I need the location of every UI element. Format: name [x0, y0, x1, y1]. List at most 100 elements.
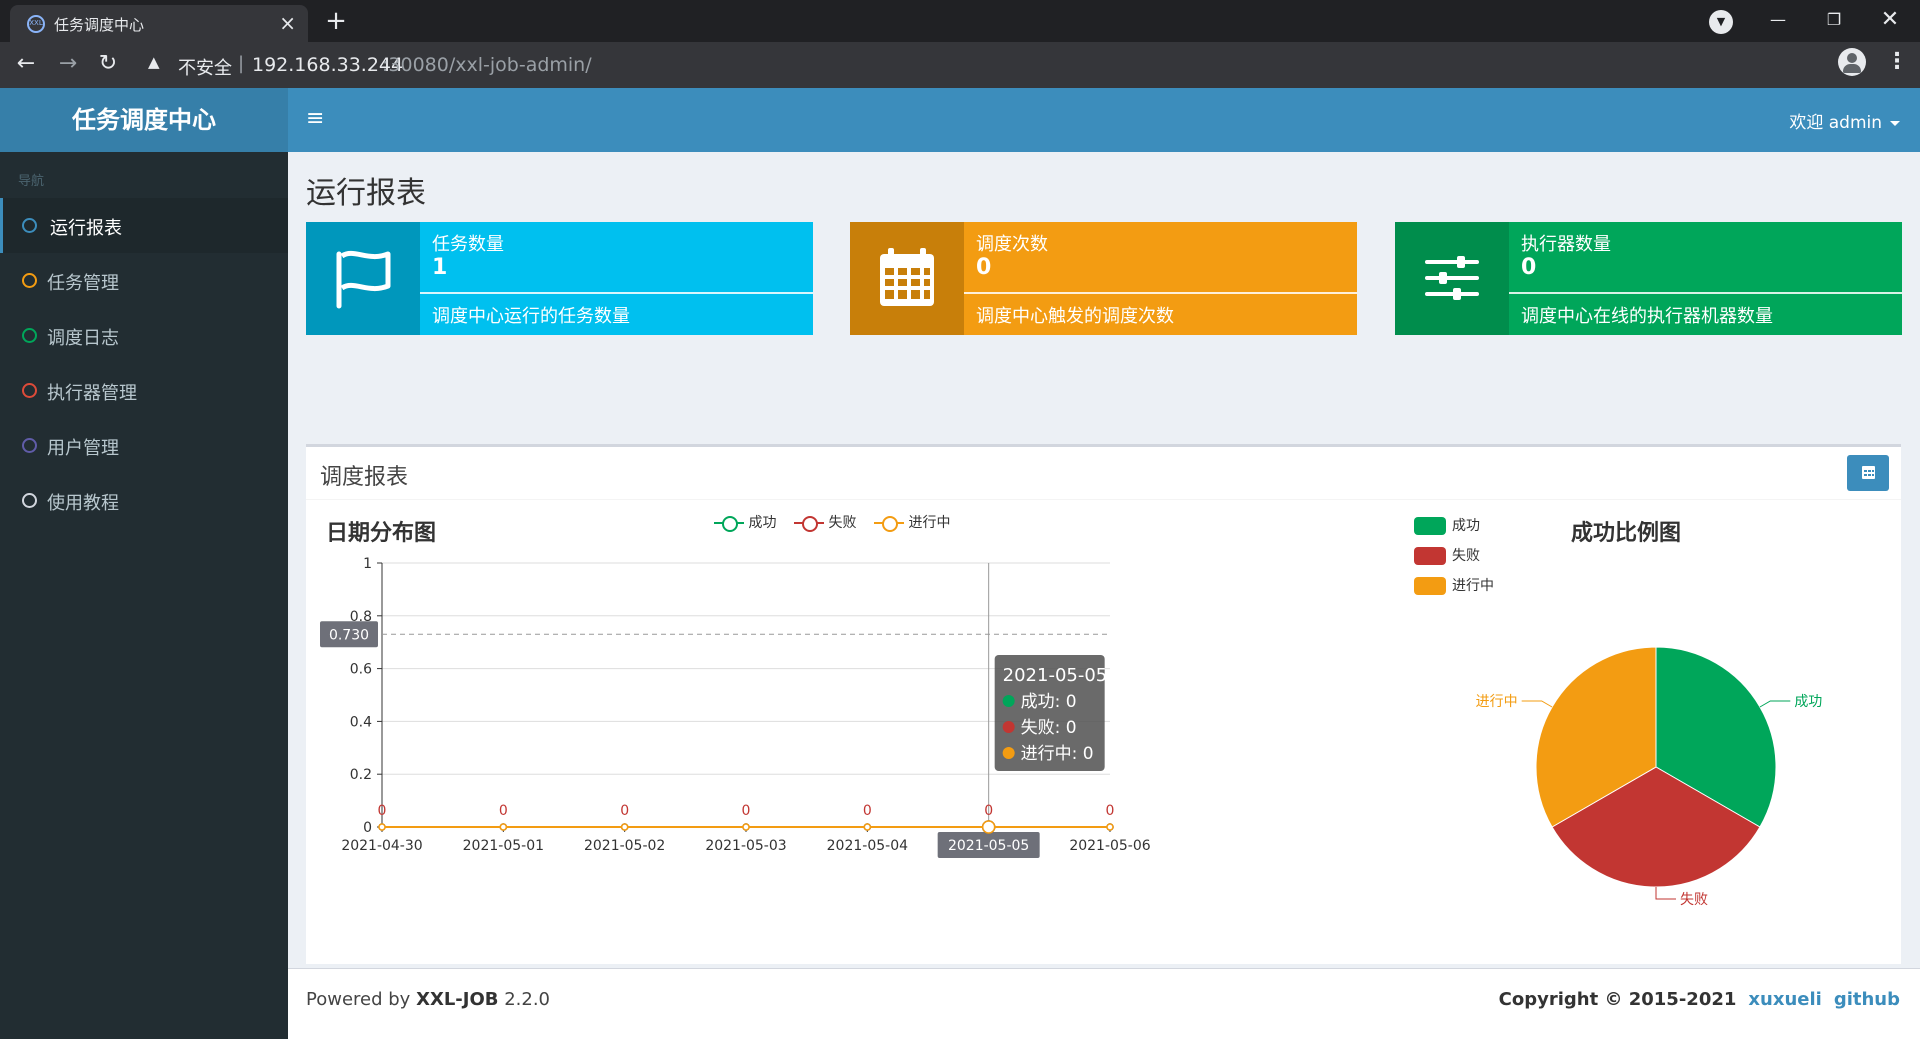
sidebar: 导航 运行报表 任务管理 调度日志 执行器管理 用户管理 使用教程: [0, 152, 288, 1039]
product-name: XXL-JOB: [416, 989, 499, 1010]
x-tick-label: 2021-05-05: [948, 838, 1029, 854]
circle-icon: [22, 493, 37, 508]
sidebar-item-label: 运行报表: [50, 218, 122, 239]
sidebar-item-label: 调度日志: [47, 328, 119, 349]
tooltip-marker: [1002, 695, 1015, 707]
legend-label: 进行中: [908, 515, 951, 531]
new-tab-button[interactable]: +: [320, 6, 352, 38]
tab-title: 任务调度中心: [54, 16, 145, 34]
slice-label-line: [1759, 700, 1791, 708]
back-icon[interactable]: ←: [10, 48, 42, 80]
sidebar-item-report[interactable]: 运行报表: [0, 198, 288, 253]
slice-label: 进行中: [1476, 694, 1518, 710]
y-tick-label: 0: [363, 820, 372, 836]
restore-icon[interactable]: ❐: [1814, 4, 1854, 36]
user-menu[interactable]: 欢迎 admin: [1789, 108, 1900, 133]
data-label: 0: [499, 803, 508, 819]
legend-item-running[interactable]: 进行中: [874, 512, 950, 532]
data-label: 0: [742, 803, 751, 819]
sidebar-item-label: 使用教程: [47, 493, 119, 514]
data-point: [1106, 823, 1114, 831]
report-box: 调度报表 日期分布图 成功 失败 进行中 0 0.2 0.4 0.6 0.8 1 0.730…: [306, 444, 1901, 964]
main-content: 运行报表 任务数量 1 调度中心运行的任务数量 调度次数 0 调度中心触发的调度…: [288, 152, 1920, 968]
url-host: 192.168.33.244: [252, 54, 404, 76]
browser-chrome: XXL 任务调度中心 × + ▼ — ❐ ✕ ← → ↻ ▲ 不安全 | 192…: [0, 0, 1920, 88]
legend-label: 成功: [1452, 518, 1480, 534]
github-link[interactable]: github: [1834, 989, 1900, 1010]
stat-card-jobs: 任务数量 1 调度中心运行的任务数量: [306, 222, 813, 335]
line-chart[interactable]: 00.20.40.60.810.7302021-04-30 2021-05-01 2…: [306, 547, 1186, 967]
powered-by: Powered by XXL-JOB 2.2.0: [306, 989, 550, 1010]
close-window-icon[interactable]: ✕: [1870, 4, 1910, 36]
legend-label: 成功: [748, 515, 777, 531]
forward-icon[interactable]: →: [52, 48, 84, 80]
box-title: 调度报表: [320, 465, 409, 490]
stat-description: 调度中心触发的调度次数: [976, 306, 1174, 327]
warning-icon[interactable]: ▲: [148, 53, 160, 71]
calendar-icon: [1862, 466, 1875, 479]
tab-search-icon[interactable]: ▼: [1709, 10, 1733, 34]
sidebar-item-users[interactable]: 用户管理: [0, 418, 288, 473]
browser-toolbar: ← → ↻ ▲ 不安全 | 192.168.33.244 :30080/xxl-…: [0, 42, 1920, 88]
legend-label: 失败: [828, 515, 857, 531]
sidebar-item-logs[interactable]: 调度日志: [0, 308, 288, 363]
data-point: [378, 823, 386, 831]
legend-item-fail[interactable]: 失败: [794, 512, 856, 532]
divider: [306, 499, 1901, 500]
tooltip-marker: [1002, 721, 1015, 733]
data-point: [863, 823, 872, 831]
footer: Powered by XXL-JOB 2.2.0 Copyright © 201…: [288, 968, 1920, 1039]
y-tick-label: 0.2: [350, 767, 372, 783]
stat-value: 0: [1521, 255, 1537, 280]
security-label[interactable]: 不安全: [178, 54, 232, 80]
caret-down-icon: [1890, 120, 1900, 126]
x-tick-label: 2021-04-30: [341, 838, 422, 854]
sidebar-item-jobs[interactable]: 任务管理: [0, 253, 288, 308]
progress-bar: [964, 292, 1357, 294]
account-icon[interactable]: [1838, 48, 1866, 76]
crosshair-y-label: 0.730: [329, 627, 369, 643]
slice-label-line: [1521, 700, 1553, 708]
address-bar[interactable]: ▲ 不安全 | 192.168.33.244 :30080/xxl-job-ad…: [130, 47, 1810, 83]
stat-title: 执行器数量: [1521, 234, 1611, 255]
slice-label: 成功: [1794, 694, 1822, 710]
data-point: [742, 823, 750, 831]
minimize-icon[interactable]: —: [1758, 4, 1798, 36]
menu-icon[interactable]: ⋮: [1886, 46, 1908, 78]
legend-item-success[interactable]: 成功: [714, 512, 776, 532]
x-tick-label: 2021-05-04: [827, 838, 908, 854]
browser-tab[interactable]: XXL 任务调度中心 ×: [10, 5, 308, 42]
calendar-icon: [850, 222, 964, 335]
reload-icon[interactable]: ↻: [92, 48, 124, 80]
x-tick-label: 2021-05-02: [584, 838, 665, 854]
copyright: Copyright © 2015-2021 xuxueli github: [1499, 989, 1900, 1010]
flag-icon: [306, 222, 420, 335]
pie-legend-success[interactable]: 成功: [1414, 515, 1480, 535]
stat-description: 调度中心在线的执行器机器数量: [1521, 306, 1773, 327]
pie-legend-fail[interactable]: 失败: [1414, 545, 1480, 565]
stat-card-triggers: 调度次数 0 调度中心触发的调度次数: [850, 222, 1357, 335]
sidebar-item-executors[interactable]: 执行器管理: [0, 363, 288, 418]
circle-icon: [22, 383, 37, 398]
tooltip-date: 2021-05-05: [1003, 665, 1108, 686]
legend-label: 失败: [1452, 548, 1480, 564]
data-label: 0: [984, 803, 993, 819]
sidebar-item-label: 任务管理: [47, 273, 119, 294]
close-tab-icon[interactable]: ×: [279, 11, 296, 35]
pie-chart[interactable]: 成功失败 进行中: [1436, 617, 1876, 947]
data-label: 0: [863, 803, 872, 819]
y-tick-label: 0.4: [350, 714, 372, 730]
author-link[interactable]: xuxueli: [1748, 989, 1821, 1010]
pie-legend-running[interactable]: 进行中: [1414, 575, 1494, 595]
brand-logo[interactable]: 任务调度中心: [0, 88, 288, 152]
legend-label: 进行中: [1452, 578, 1494, 594]
page-title: 运行报表: [306, 176, 426, 211]
date-filter-button[interactable]: [1847, 455, 1889, 491]
copyright-text: Copyright © 2015-2021: [1498, 989, 1737, 1010]
app: 任务调度中心 ≡ 欢迎 admin 导航 运行报表 任务管理 调度日志 执行器管…: [0, 88, 1920, 1039]
sidebar-toggle-icon[interactable]: ≡: [306, 106, 324, 131]
sidebar-item-help[interactable]: 使用教程: [0, 473, 288, 528]
progress-bar: [420, 292, 813, 294]
version: 2.2.0: [498, 989, 551, 1010]
x-tick-label: 2021-05-03: [705, 838, 786, 854]
